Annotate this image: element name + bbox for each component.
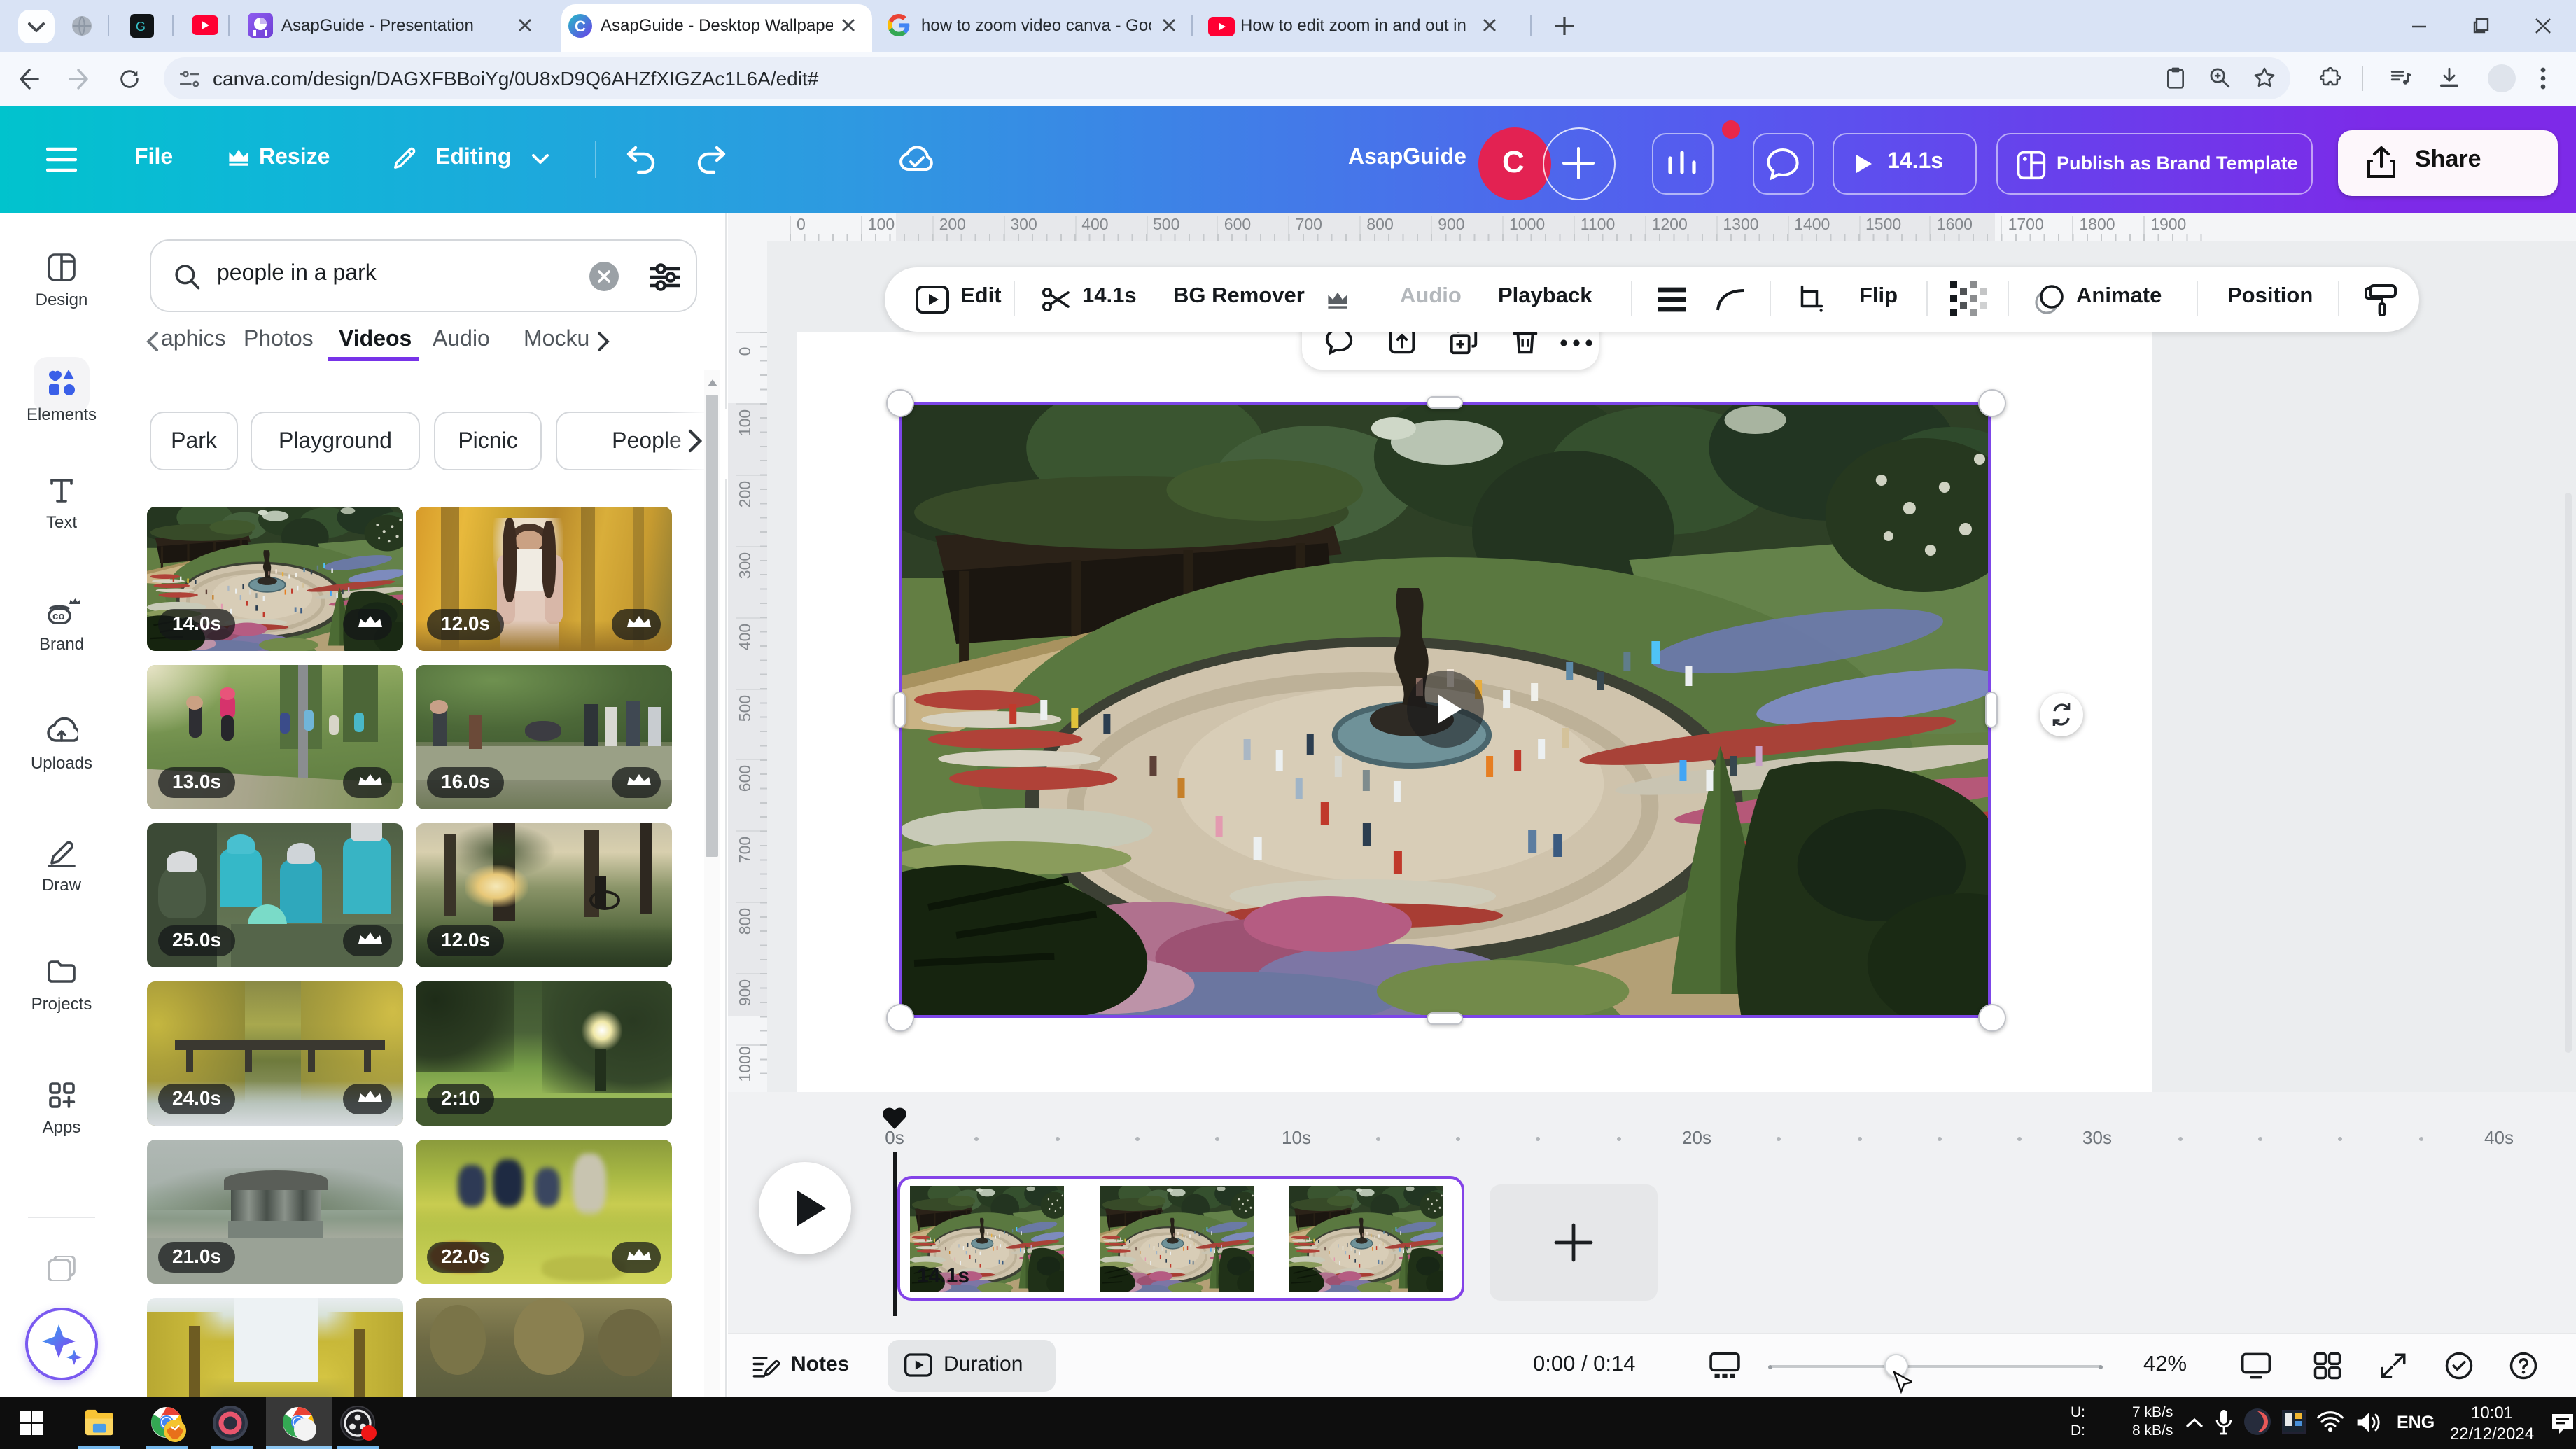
svg-text:co: co [52,610,65,622]
svg-text:C: C [575,18,586,35]
svg-text:G: G [136,20,146,34]
